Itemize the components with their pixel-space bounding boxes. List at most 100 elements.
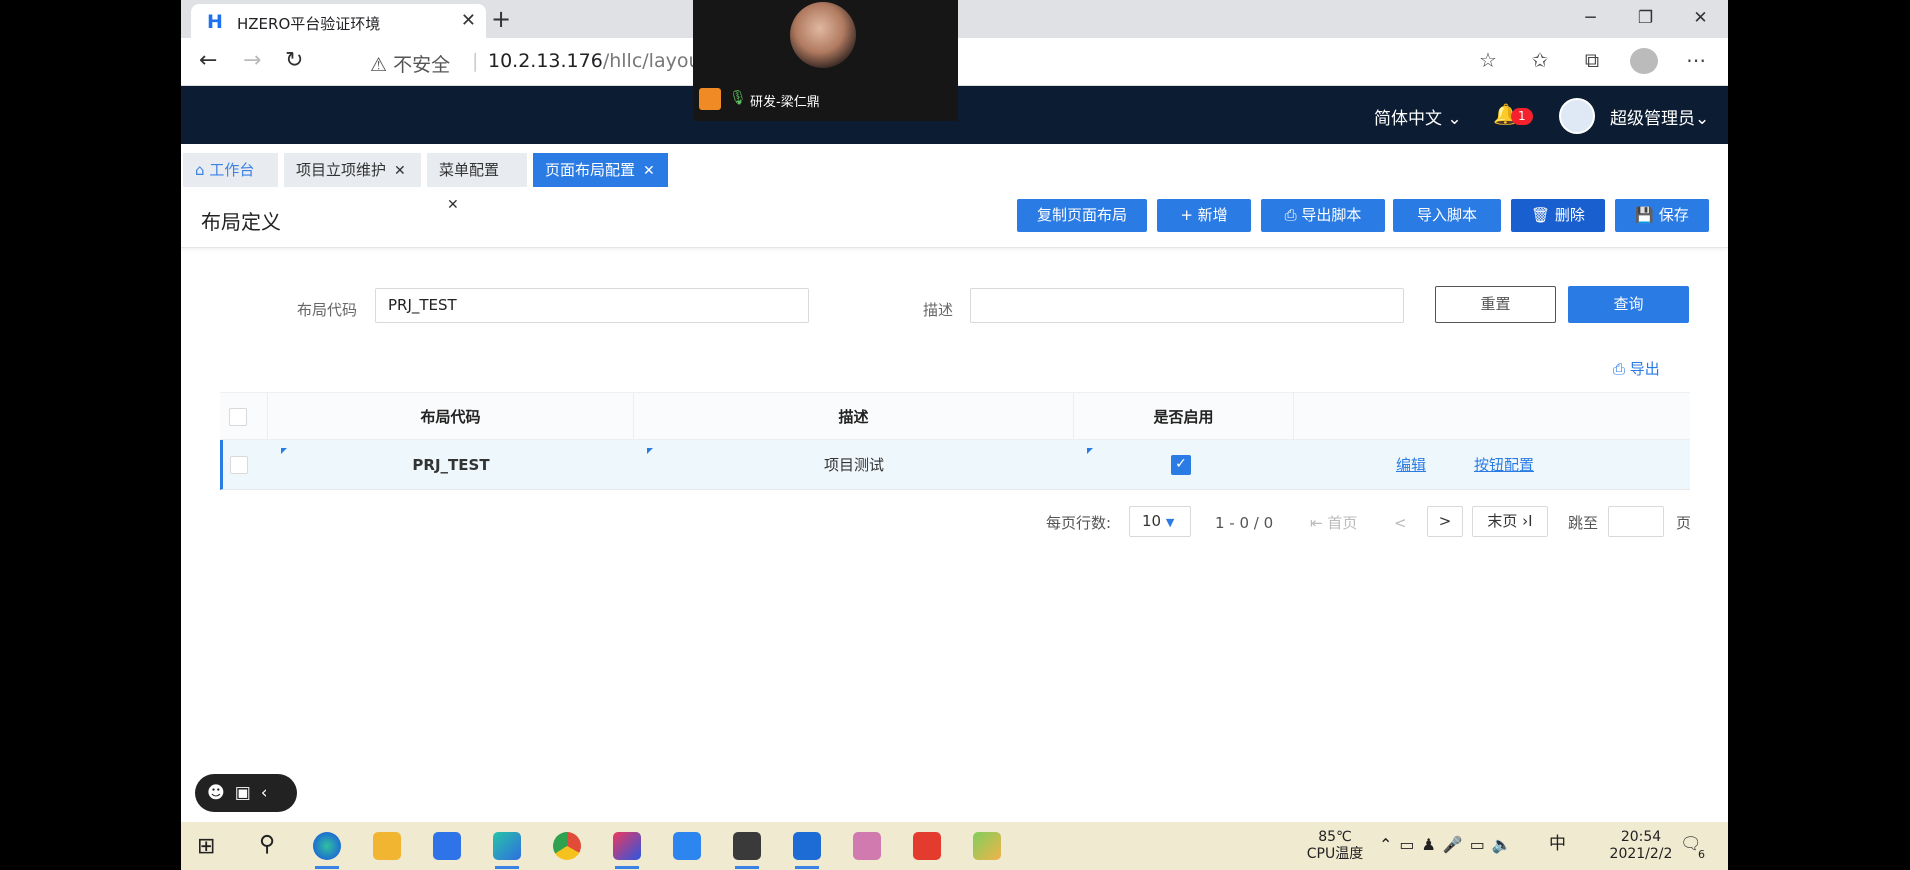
- import-script-label: 导入脚本: [1416, 206, 1477, 224]
- tab-menu-config[interactable]: 菜单配置✕: [427, 153, 527, 213]
- next-page-button[interactable]: >: [1427, 506, 1463, 537]
- sublime-icon[interactable]: [733, 832, 761, 869]
- back-icon[interactable]: ←: [199, 48, 217, 73]
- first-page-button[interactable]: ⇤ 首页: [1310, 509, 1357, 537]
- add-favorite-icon[interactable]: ☆: [1474, 48, 1502, 79]
- forward-icon[interactable]: →: [243, 48, 261, 73]
- last-page-button[interactable]: 末页 ›I: [1472, 506, 1548, 537]
- caret-down-icon: ▼: [1165, 516, 1175, 529]
- system-tray-icons[interactable]: ⌃▭♟🎤▭🔈: [1379, 836, 1519, 853]
- clock[interactable]: 20:54 2021/2/2: [1595, 829, 1687, 863]
- edge-icon[interactable]: [313, 832, 341, 869]
- save-button[interactable]: 💾 保存: [1615, 199, 1709, 232]
- tab-workbench[interactable]: ⌂ 工作台: [183, 153, 278, 187]
- home-icon: ⌂: [195, 161, 205, 179]
- chevron-down-icon: ⌄: [1447, 109, 1462, 129]
- select-all-checkbox[interactable]: [229, 408, 247, 426]
- favorites-icon[interactable]: ✩: [1526, 48, 1554, 79]
- close-icon[interactable]: ✕: [643, 163, 655, 179]
- import-script-button[interactable]: 导入脚本: [1393, 199, 1501, 232]
- save-label: 保存: [1658, 206, 1689, 224]
- layout-code-input[interactable]: PRJ_TEST: [375, 288, 809, 323]
- windows-start-icon[interactable]: ⊞: [197, 834, 215, 859]
- address-divider: |: [472, 50, 479, 72]
- description-input[interactable]: [970, 288, 1404, 323]
- database-icon[interactable]: [853, 832, 881, 860]
- export-icon: ⎙: [1613, 360, 1626, 378]
- video-call-overlay[interactable]: 🎙 研发-梁仁鼎: [693, 0, 958, 121]
- url-field[interactable]: 10.2.13.176/hllc/layout/c: [488, 50, 725, 72]
- browser-tab[interactable]: H HZERO平台验证环境 ✕: [191, 4, 486, 38]
- column-header-enabled[interactable]: 是否启用: [1074, 393, 1294, 441]
- close-tab-icon[interactable]: ✕: [461, 10, 476, 31]
- query-button[interactable]: 查询: [1568, 286, 1689, 323]
- collections-icon[interactable]: ⧉: [1578, 48, 1606, 79]
- page-size-select[interactable]: 10 ▼: [1129, 506, 1191, 537]
- language-selector[interactable]: 简体中文 ⌄: [1374, 104, 1462, 129]
- taskbar: ⊞ ⚲ 85℃ CPU温度 ⌃▭♟🎤▭🔈 中 20:54 2021/2/2 🗨 …: [181, 822, 1728, 870]
- page-title: 布局定义: [201, 210, 281, 234]
- browser-window: H HZERO平台验证环境 ✕ + ─ ❐ ✕ ← → ↻ ⚠ 不安全 | 10…: [181, 0, 1728, 870]
- git-icon[interactable]: [973, 832, 1001, 860]
- minimize-icon[interactable]: ─: [1563, 0, 1618, 38]
- tab-project-maintenance[interactable]: 项目立项维护 ✕: [284, 153, 421, 187]
- clock-time: 20:54: [1620, 829, 1662, 845]
- edit-link[interactable]: 编辑: [1396, 440, 1426, 490]
- first-page-label: 首页: [1327, 514, 1358, 532]
- gitee-icon[interactable]: [913, 832, 941, 860]
- meeting-icon[interactable]: [793, 832, 821, 869]
- jump-input[interactable]: [1608, 506, 1664, 537]
- export-link[interactable]: ⎙ 导出: [1613, 358, 1660, 379]
- cell-desc[interactable]: 项目测试: [634, 440, 1074, 490]
- export-script-label: 导出脚本: [1301, 206, 1362, 224]
- export-script-button[interactable]: ⎙ 导出脚本: [1261, 199, 1385, 232]
- avatar[interactable]: [1559, 98, 1595, 134]
- search-icon[interactable]: ⚲: [259, 832, 275, 857]
- wps-writer-icon[interactable]: [433, 832, 461, 860]
- close-window-icon[interactable]: ✕: [1673, 0, 1728, 38]
- ime-indicator[interactable]: 中: [1549, 836, 1566, 853]
- file-explorer-icon[interactable]: [373, 832, 401, 860]
- first-page-icon: ⇤: [1310, 514, 1323, 532]
- column-header-code[interactable]: 布局代码: [268, 393, 634, 441]
- close-icon[interactable]: ✕: [394, 163, 406, 179]
- user-menu[interactable]: 超级管理员⌄: [1610, 104, 1709, 129]
- page-title-bar: 布局定义 复制页面布局 + 新增 ⎙ 导出脚本 导入脚本 🗑 删除 💾 保存: [181, 196, 1728, 248]
- new-tab-icon[interactable]: +: [491, 5, 511, 33]
- emoji-icon[interactable]: ☻: [207, 783, 235, 803]
- enabled-checkbox[interactable]: ✓: [1171, 455, 1191, 475]
- delete-button[interactable]: 🗑 删除: [1511, 199, 1605, 232]
- cell-code[interactable]: PRJ_TEST: [268, 440, 634, 490]
- notification-count: 6: [1698, 848, 1705, 861]
- profile-icon[interactable]: [1630, 48, 1658, 79]
- tab-page-layout-config[interactable]: 页面布局配置 ✕: [533, 153, 668, 187]
- reset-button[interactable]: 重置: [1435, 286, 1556, 323]
- refresh-icon[interactable]: ↻: [285, 48, 303, 73]
- speaker-name: 研发-梁仁鼎: [750, 95, 820, 110]
- prev-page-button[interactable]: <: [1394, 509, 1407, 537]
- column-header-desc[interactable]: 描述: [634, 393, 1074, 441]
- intellij-icon[interactable]: [613, 832, 641, 869]
- chevron-down-icon: ⌄: [1695, 109, 1710, 129]
- restore-icon[interactable]: ❐: [1618, 0, 1673, 38]
- insecure-indicator[interactable]: ⚠ 不安全: [370, 50, 450, 77]
- cpu-temperature: 85℃ CPU温度: [1299, 829, 1371, 863]
- notes-icon[interactable]: [673, 832, 701, 860]
- chat-icon[interactable]: ▣: [235, 783, 261, 803]
- insecure-label: 不安全: [393, 54, 451, 76]
- copy-layout-button[interactable]: 复制页面布局: [1017, 199, 1147, 232]
- webstorm-icon[interactable]: [493, 832, 521, 869]
- collapse-icon[interactable]: ‹: [261, 783, 278, 803]
- add-button[interactable]: + 新增: [1157, 199, 1251, 232]
- chrome-icon[interactable]: [553, 832, 581, 860]
- row-checkbox[interactable]: [230, 456, 248, 474]
- rows-per-page-label: 每页行数:: [1046, 514, 1112, 532]
- layout-code-label: 布局代码: [297, 301, 358, 319]
- export-icon: ⎙: [1284, 206, 1297, 224]
- table-row[interactable]: PRJ_TEST 项目测试 ✓ 编辑 按钮配置: [220, 440, 1690, 490]
- floating-toolbar[interactable]: ☻▣‹: [195, 774, 297, 812]
- last-page-icon: ›I: [1522, 512, 1533, 530]
- participant-video: [790, 2, 856, 68]
- more-icon[interactable]: ⋯: [1682, 48, 1710, 79]
- button-config-link[interactable]: 按钮配置: [1474, 440, 1534, 490]
